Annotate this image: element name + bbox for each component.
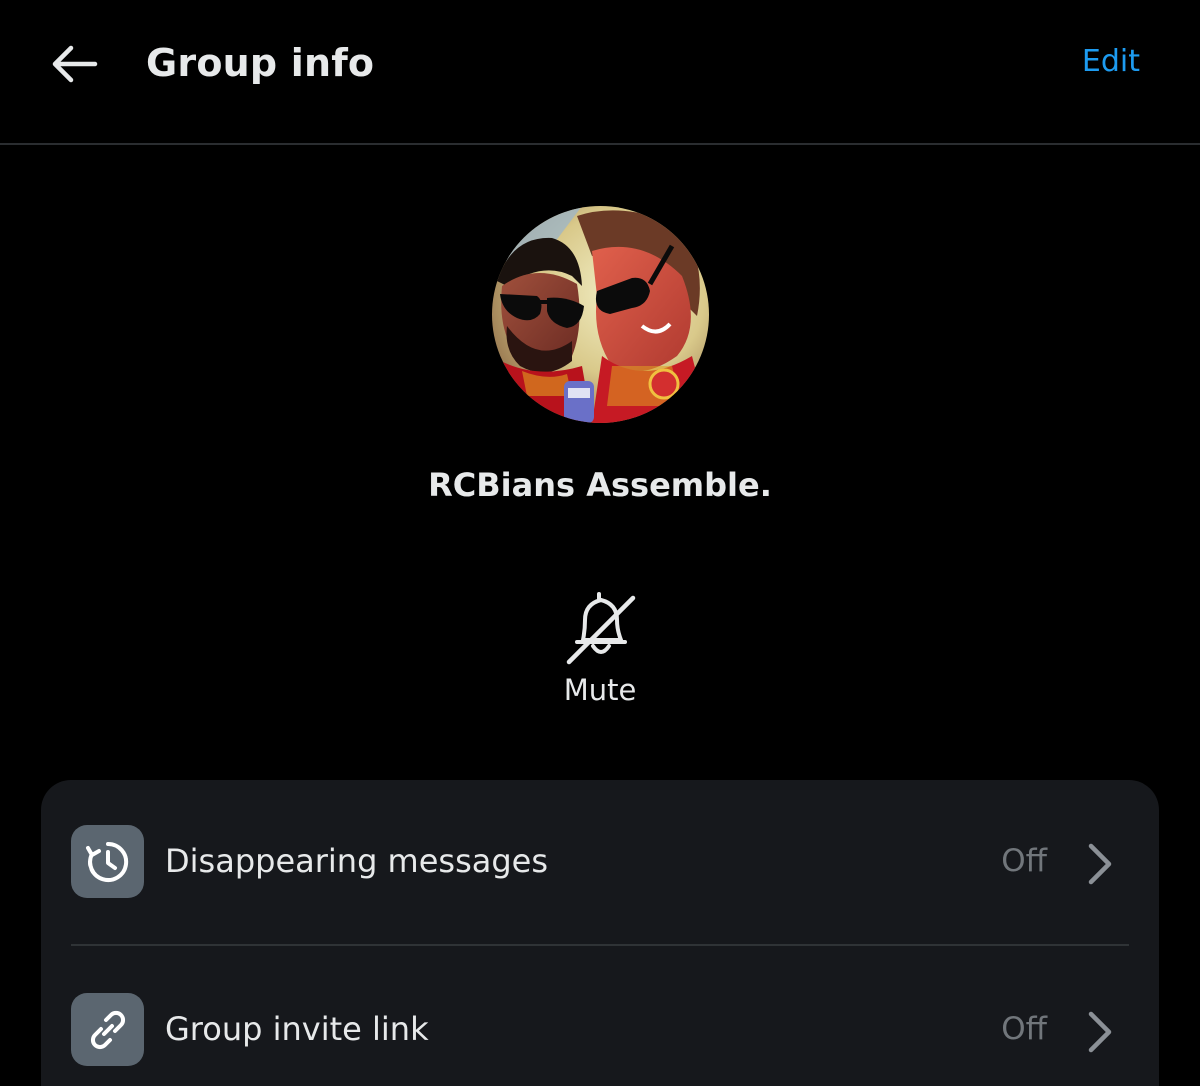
disappearing-messages-row[interactable]: Disappearing messages Off [41, 802, 1159, 922]
row-label: Group invite link [165, 1010, 429, 1048]
timer-history-icon [71, 825, 144, 898]
row-status-value: Off [1001, 1011, 1047, 1047]
group-name: RCBians Assemble. [428, 466, 772, 504]
row-divider [71, 944, 1129, 946]
group-info-screen: Group info Edit RCBians Assemble. Mute D… [0, 0, 1200, 1086]
chevron-right-icon [1088, 1011, 1112, 1053]
group-settings-card: Disappearing messages Off Group invite l… [41, 780, 1159, 1086]
mute-button[interactable]: Mute [540, 590, 660, 720]
top-bar: Group info Edit [0, 0, 1200, 145]
edit-button[interactable]: Edit [1082, 40, 1140, 84]
link-icon [71, 993, 144, 1066]
mute-label: Mute [563, 673, 637, 707]
arrow-left-icon [52, 45, 98, 83]
group-invite-link-row[interactable]: Group invite link Off [41, 970, 1159, 1086]
bell-off-icon [566, 592, 636, 665]
row-label: Disappearing messages [165, 842, 549, 880]
group-avatar-image [492, 206, 709, 423]
group-avatar[interactable] [492, 206, 709, 423]
row-status-value: Off [1001, 843, 1047, 879]
chevron-right-icon [1088, 843, 1112, 885]
page-title: Group info [146, 41, 375, 85]
back-button[interactable] [44, 36, 104, 92]
